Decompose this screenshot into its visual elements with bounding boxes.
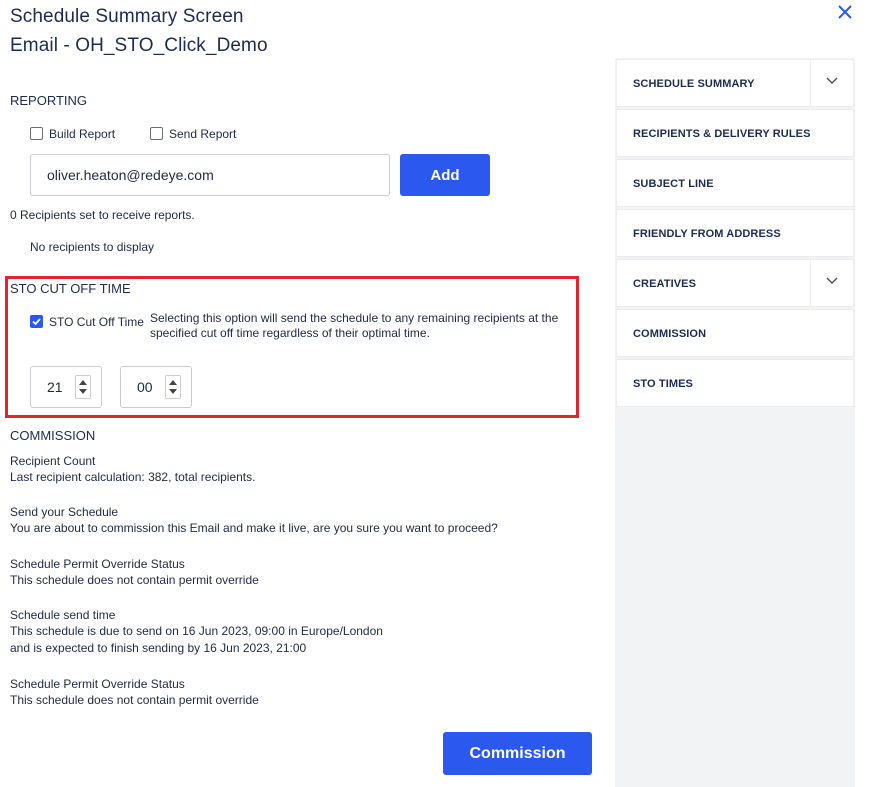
page-title: Schedule Summary Screen (10, 6, 244, 27)
sidebar-item-subject-line[interactable]: SUBJECT LINE (616, 159, 854, 207)
permit-override-label: Schedule Permit Override Status (10, 557, 185, 571)
sidebar-item-label: COMMISSION (633, 328, 707, 340)
chevron-down-icon[interactable] (810, 60, 853, 106)
recipient-count-label: Recipient Count (10, 454, 96, 468)
spin-up-icon[interactable] (169, 380, 177, 385)
send-time-text-line1: This schedule is due to send on 16 Jun 2… (10, 624, 383, 638)
sidebar-item-label: SCHEDULE SUMMARY (633, 78, 755, 90)
build-report-checkbox[interactable] (30, 127, 43, 140)
minute-value: 00 (137, 379, 153, 395)
commission-heading: COMMISSION (10, 428, 96, 443)
sidebar-item-label: CREATIVES (633, 278, 697, 290)
page-subtitle: Email - OH_STO_Click_Demo (10, 35, 268, 56)
permit-override-text-2: This schedule does not contain permit ov… (10, 693, 259, 707)
hour-stepper[interactable]: 21 (30, 366, 102, 408)
sidebar-item-label: RECIPIENTS & DELIVERY RULES (633, 128, 811, 140)
sto-description-line2: specified cut off time regardless of the… (150, 326, 430, 340)
sto-cutoff-checkbox[interactable] (30, 315, 43, 328)
check-icon (32, 318, 41, 326)
hour-spin-buttons[interactable] (75, 375, 91, 399)
send-time-text-line2: and is expected to finish sending by 16 … (10, 641, 307, 655)
hour-value: 21 (47, 379, 63, 395)
report-email-input[interactable] (30, 154, 390, 196)
add-recipient-button[interactable]: Add (400, 154, 490, 196)
no-recipients-text: No recipients to display (30, 240, 155, 254)
sidebar-item-schedule-summary[interactable]: SCHEDULE SUMMARY (616, 59, 854, 107)
sto-description-line1: Selecting this option will send the sche… (150, 311, 559, 325)
send-report-checkbox[interactable] (150, 127, 163, 140)
sidebar-item-recipients-delivery-rules[interactable]: RECIPIENTS & DELIVERY RULES (616, 109, 854, 157)
sidebar-item-commission[interactable]: COMMISSION (616, 309, 854, 357)
chevron-down-icon[interactable] (810, 260, 853, 306)
send-schedule-text: You are about to commission this Email a… (10, 521, 498, 535)
spin-up-icon[interactable] (79, 380, 87, 385)
permit-override-text: This schedule does not contain permit ov… (10, 573, 259, 587)
minute-stepper[interactable]: 00 (120, 366, 192, 408)
send-schedule-label: Send your Schedule (10, 505, 119, 519)
build-report-label: Build Report (49, 127, 116, 141)
reporting-heading: REPORTING (10, 93, 88, 108)
send-time-label: Schedule send time (10, 608, 116, 622)
sidebar-item-label: STO TIMES (633, 378, 693, 390)
spin-down-icon[interactable] (169, 389, 177, 394)
send-report-label: Send Report (169, 127, 237, 141)
recipient-count-text: Last recipient calculation: 382, total r… (10, 470, 256, 484)
sto-cutoff-label: STO Cut Off Time (49, 315, 144, 329)
sidebar-item-label: SUBJECT LINE (633, 178, 714, 190)
minute-spin-buttons[interactable] (165, 375, 181, 399)
sidebar-item-friendly-from-address[interactable]: FRIENDLY FROM ADDRESS (616, 209, 854, 257)
sto-heading: STO CUT OFF TIME (10, 281, 131, 296)
commission-button[interactable]: Commission (443, 732, 592, 775)
sidebar-item-sto-times[interactable]: STO TIMES (616, 359, 854, 407)
spin-down-icon[interactable] (79, 389, 87, 394)
recipients-count-text: 0 Recipients set to receive reports. (10, 208, 195, 222)
sidebar-item-creatives[interactable]: CREATIVES (616, 259, 854, 307)
permit-override-label-2: Schedule Permit Override Status (10, 677, 185, 691)
sidebar-item-label: FRIENDLY FROM ADDRESS (633, 228, 781, 240)
close-icon[interactable] (838, 2, 852, 25)
